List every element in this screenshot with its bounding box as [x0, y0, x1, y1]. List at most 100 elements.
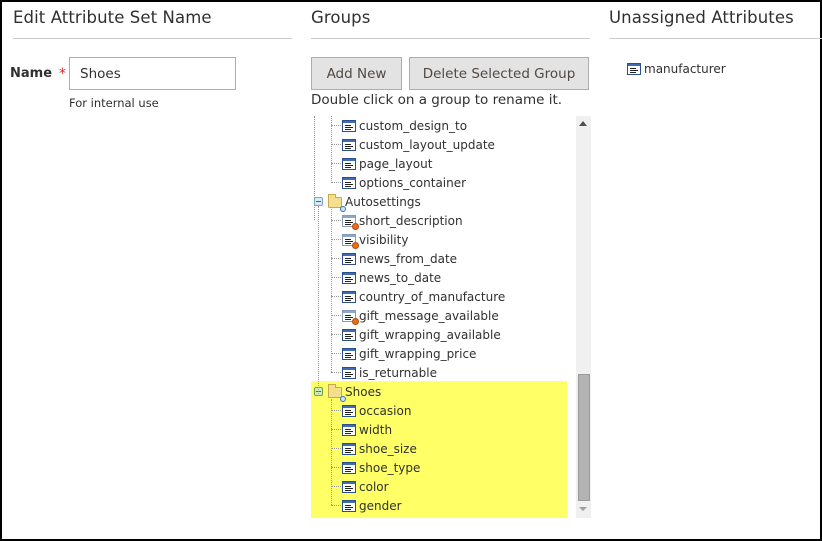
unassigned-attribute[interactable]: manufacturer — [626, 59, 726, 78]
add-new-group-button[interactable]: Add New — [311, 57, 402, 90]
divider — [609, 38, 822, 39]
attribute-node[interactable]: is_returnable — [341, 363, 437, 382]
attribute-node[interactable]: gift_wrapping_price — [341, 344, 476, 363]
attribute-glyph — [342, 404, 356, 417]
scrollbar-thumb[interactable] — [578, 374, 590, 501]
tree-connector — [331, 125, 341, 126]
divider — [13, 38, 292, 39]
tree-connector — [331, 486, 341, 487]
attribute-label: options_container — [359, 175, 467, 190]
attribute-glyph — [342, 119, 356, 132]
attribute-glyph — [627, 62, 641, 75]
scroll-down-arrow-icon[interactable] — [579, 507, 587, 511]
tree-connector — [331, 448, 341, 449]
edit-set-title: Edit Attribute Set Name — [13, 8, 212, 27]
tree-connector — [331, 372, 341, 373]
attribute-glyph — [342, 290, 356, 303]
attribute-icon — [341, 480, 357, 494]
system-attribute-icon — [341, 309, 359, 325]
attribute-glyph — [342, 461, 356, 474]
tree-connector — [331, 220, 341, 221]
attribute-icon — [341, 157, 357, 171]
attribute-node[interactable]: country_of_manufacture — [341, 287, 505, 306]
attribute-node[interactable]: color — [341, 477, 389, 496]
tree-connector — [331, 296, 341, 297]
attribute-node[interactable]: page_layout — [341, 154, 432, 173]
set-name-input[interactable] — [69, 57, 236, 90]
scroll-up-arrow-icon[interactable] — [579, 121, 587, 126]
folder-glyph — [328, 383, 342, 398]
attribute-icon — [341, 176, 357, 190]
attribute-icon — [341, 461, 357, 475]
lock-badge-icon — [352, 241, 359, 249]
tree-scrollbar[interactable] — [576, 116, 591, 518]
tree-connector — [331, 429, 341, 430]
attribute-glyph — [342, 423, 356, 436]
attribute-icon — [341, 138, 357, 152]
divider — [311, 38, 590, 39]
attribute-label: gift_wrapping_available — [359, 327, 501, 342]
attribute-icon — [341, 404, 357, 418]
attribute-node[interactable]: custom_design_to — [341, 116, 467, 135]
attribute-label: color — [359, 479, 389, 494]
attribute-label: is_returnable — [359, 365, 437, 380]
attribute-label: custom_design_to — [359, 118, 468, 133]
attribute-glyph — [342, 499, 356, 512]
groups-title: Groups — [311, 8, 371, 27]
tree-connector — [331, 277, 341, 278]
attribute-node[interactable]: custom_layout_update — [341, 135, 495, 154]
group-node-autosettings[interactable]: Autosettings — [327, 192, 421, 212]
attribute-node[interactable]: visibility — [341, 230, 408, 249]
lock-badge-icon — [352, 222, 359, 230]
attribute-node[interactable]: gender — [341, 496, 402, 515]
tree-connector — [331, 163, 341, 164]
required-asterisk: * — [59, 66, 66, 82]
attribute-icon — [341, 290, 357, 304]
attribute-label: country_of_manufacture — [359, 289, 506, 304]
attribute-node[interactable]: shoe_size — [341, 439, 417, 458]
attribute-glyph — [342, 138, 356, 151]
attribute-label: news_from_date — [359, 251, 458, 266]
groups-tree[interactable]: custom_design_to custom_layout_update page… — [311, 116, 591, 518]
attribute-icon — [341, 423, 357, 437]
attribute-label: manufacturer — [644, 61, 726, 76]
unassigned-title: Unassigned Attributes — [609, 8, 794, 27]
attribute-node[interactable]: gift_message_available — [341, 306, 499, 325]
attribute-label: occasion — [359, 403, 412, 418]
attribute-node[interactable]: shoe_type — [341, 458, 420, 477]
tree-connector — [331, 315, 341, 316]
attribute-icon — [626, 62, 642, 76]
attribute-label: visibility — [359, 232, 409, 247]
tree-connector — [331, 209, 332, 372]
tree-connector — [331, 239, 341, 240]
collapse-toggle-icon[interactable] — [314, 197, 323, 206]
attribute-glyph — [342, 366, 356, 379]
tree-connector — [331, 258, 341, 259]
rename-hint: Double click on a group to rename it. — [311, 92, 563, 108]
tree-connector — [331, 505, 341, 506]
attribute-label: gender — [359, 498, 402, 513]
tree-connector — [331, 467, 341, 468]
tree-connector — [331, 410, 341, 411]
attribute-label: shoe_type — [359, 460, 421, 475]
attribute-node[interactable]: options_container — [341, 173, 466, 192]
delete-selected-group-button[interactable]: Delete Selected Group — [409, 57, 589, 90]
attribute-node[interactable]: news_from_date — [341, 249, 457, 268]
attribute-node[interactable]: width — [341, 420, 392, 439]
name-label: Name — [10, 66, 53, 81]
lock-badge-icon — [352, 317, 359, 325]
attribute-label: shoe_size — [359, 441, 417, 456]
attribute-node[interactable]: short_description — [341, 211, 463, 230]
tree-connector — [331, 116, 332, 183]
attribute-icon — [341, 442, 357, 456]
tree-connector — [331, 399, 332, 505]
attribute-icon — [341, 366, 357, 380]
attribute-label: gift_wrapping_price — [359, 346, 477, 361]
group-node-shoes[interactable]: Shoes — [327, 382, 381, 402]
attribute-node[interactable]: occasion — [341, 401, 411, 420]
attribute-node[interactable]: news_to_date — [341, 268, 441, 287]
attribute-node[interactable]: gift_wrapping_available — [341, 325, 501, 344]
attribute-glyph — [342, 328, 356, 341]
attribute-icon — [341, 347, 357, 361]
tree-connector — [331, 334, 341, 335]
